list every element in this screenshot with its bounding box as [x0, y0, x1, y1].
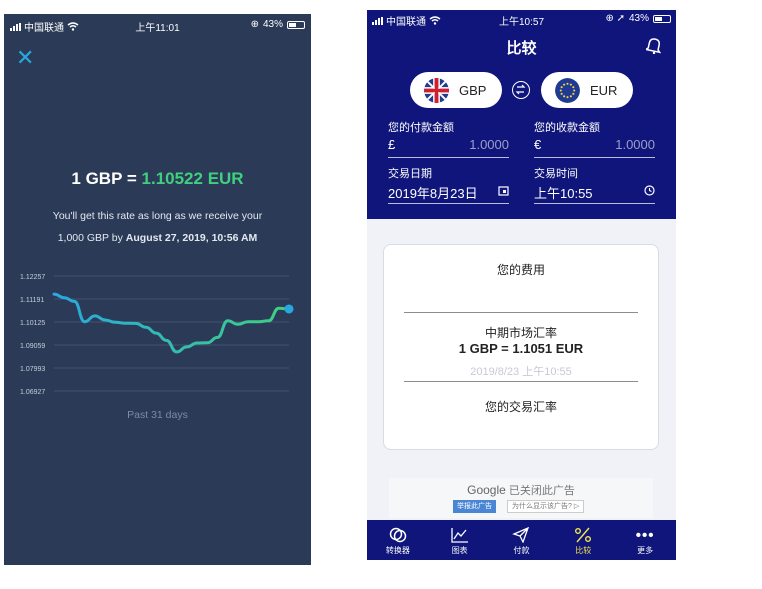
- trade-date-value: 2019年8月23日: [388, 186, 478, 201]
- to-currency-code: EUR: [590, 82, 618, 98]
- battery-percent: 43%: [262, 19, 283, 30]
- comparison-card: 您的费用 中期市场汇率 1 GBP = 1.1051 EUR 2019/8/23…: [383, 244, 659, 450]
- mid-market-title: 中期市场汇率: [484, 326, 557, 340]
- battery-icon: [287, 20, 305, 29]
- mid-market-date: 2019/8/23 上午10:55: [470, 366, 572, 378]
- more-icon: •••: [635, 526, 655, 544]
- page-title: 比较: [506, 40, 537, 57]
- note-line-1: You'll get this rate as long as we recei…: [52, 210, 263, 222]
- trade-date-label: 交易日期: [388, 168, 432, 180]
- pay-amount-field[interactable]: £ 1.0000: [388, 134, 509, 158]
- pay-currency-symbol: £: [388, 137, 396, 152]
- receive-amount-label: 您的收款金额: [534, 122, 600, 134]
- uk-flag-icon: [424, 77, 449, 103]
- compare-screen: 中国联通 上午10:57 ⊕ ➚ 43% 比较 GBP EUR 您的付款金额 £ …: [367, 10, 676, 560]
- eu-star: [563, 94, 566, 97]
- rate-detail-screen: 中国联通 上午11:01 ⊕ 43% ✕ 1 GBP = 1.10522 EUR …: [4, 14, 311, 565]
- divider: [404, 312, 638, 313]
- tab-label: 比较: [575, 546, 592, 555]
- rate-history-chart: 1.12257 1.11191 1.10125 1.09059 1.07993 1.069…: [20, 274, 294, 396]
- rate-base: 1 GBP =: [71, 169, 137, 188]
- trade-time-value: 上午10:55: [534, 186, 593, 201]
- calendar-icon: [498, 186, 509, 196]
- why-ad-button[interactable]: 为什么显示该广告? ▷: [507, 500, 585, 513]
- fee-title: 您的费用: [496, 263, 545, 277]
- tab-pay[interactable]: 付款: [491, 520, 553, 560]
- rate-headline: 1 GBP = 1.10522 EUR: [4, 169, 311, 189]
- eu-flag-icon: [555, 77, 580, 103]
- mid-market-rate: 1 GBP = 1.1051 EUR: [458, 341, 584, 356]
- report-ad-button[interactable]: 举报此广告: [453, 500, 496, 513]
- eu-star: [563, 83, 566, 86]
- current-rate-point[interactable]: [284, 304, 294, 314]
- compare-header: 中国联通 上午10:57 ⊕ ➚ 43% 比较 GBP EUR 您的付款金额 £ …: [367, 10, 676, 219]
- your-rate-title: 您的交易汇率: [484, 400, 557, 414]
- bottom-tab-bar: 转换器 图表 付款 比较 ••• 更多: [367, 520, 676, 560]
- eu-star: [572, 85, 575, 88]
- eu-star: [560, 85, 563, 88]
- coins-icon: [389, 527, 407, 543]
- receive-currency-symbol: €: [534, 137, 542, 152]
- tab-label: 付款: [513, 546, 530, 555]
- ad-closed-notice: Google 已关闭此广告: [389, 482, 653, 498]
- tab-chart[interactable]: 图表: [429, 520, 491, 560]
- percent-icon: [575, 527, 592, 543]
- eu-star: [572, 92, 575, 95]
- divider: [404, 381, 638, 382]
- tab-compare[interactable]: 比较: [552, 520, 614, 560]
- eu-star: [560, 92, 563, 95]
- bell-icon[interactable]: [646, 36, 662, 54]
- eu-star: [559, 88, 562, 92]
- rate-series-line: [52, 292, 291, 354]
- close-icon[interactable]: ✕: [16, 47, 34, 69]
- tab-converter[interactable]: 转换器: [367, 520, 429, 560]
- ad-banner: Google 已关闭此广告 举报此广告 为什么显示该广告? ▷: [389, 478, 653, 518]
- eu-star: [566, 82, 569, 85]
- trade-time-label: 交易时间: [534, 168, 578, 180]
- rate-guarantee-note: You'll get this rate as long as we recei…: [28, 205, 287, 249]
- y-tick-label: 1.06927: [20, 389, 45, 396]
- play-icon: ▷: [573, 503, 580, 510]
- chart-period-label: Past 31 days: [127, 409, 188, 421]
- eu-star: [569, 83, 572, 86]
- status-bar: 中国联通 上午11:01 ⊕ 43%: [4, 14, 311, 34]
- google-logo: Google: [467, 483, 506, 497]
- rate-value: 1.10522 EUR: [141, 169, 244, 188]
- eu-star: [573, 88, 576, 92]
- status-bar: 中国联通 上午10:57 ⊕ ➚ 43%: [367, 10, 676, 28]
- battery-percent: 43%: [628, 13, 649, 24]
- tab-label: 转换器: [385, 546, 410, 555]
- from-currency-code: GBP: [459, 82, 487, 98]
- chart-icon: [451, 528, 468, 543]
- tab-label: 图表: [451, 546, 468, 555]
- tab-more[interactable]: ••• 更多: [614, 520, 676, 560]
- trade-date-field[interactable]: 2019年8月23日: [388, 180, 509, 204]
- note-deadline: August 27, 2019, 10:56 AM: [125, 232, 258, 244]
- tab-label: 更多: [637, 546, 654, 555]
- battery-icon: [653, 14, 671, 23]
- y-tick-label: 1.07993: [20, 366, 45, 373]
- ad-closed-text: 已关闭此广告: [508, 485, 575, 497]
- y-tick-label: 1.12257: [20, 274, 45, 281]
- swap-icon[interactable]: [512, 81, 530, 99]
- y-tick-label: 1.11191: [20, 297, 44, 304]
- note-amount: 1,000 GBP by: [57, 232, 126, 244]
- y-tick-label: 1.09059: [20, 343, 45, 350]
- location-icon: ⊕: [250, 19, 259, 30]
- location-icon: ⊕ ➚: [605, 13, 625, 24]
- y-tick-label: 1.10125: [20, 320, 45, 327]
- to-currency-button[interactable]: EUR: [541, 72, 633, 108]
- pay-amount-input[interactable]: 1.0000: [469, 137, 509, 152]
- send-icon: [512, 527, 530, 543]
- from-currency-button[interactable]: GBP: [410, 72, 502, 108]
- receive-amount-field[interactable]: € 1.0000: [534, 134, 655, 158]
- eu-star: [569, 94, 572, 97]
- receive-amount-input[interactable]: 1.0000: [615, 137, 655, 152]
- trade-time-field[interactable]: 上午10:55: [534, 180, 655, 204]
- note-line-2: 1,000 GBP by August 27, 2019, 10:56 AM: [28, 227, 287, 249]
- clock-icon: [644, 185, 655, 196]
- pay-amount-label: 您的付款金额: [388, 122, 454, 134]
- eu-star: [566, 95, 569, 98]
- why-ad-label: 为什么显示该广告?: [512, 503, 572, 510]
